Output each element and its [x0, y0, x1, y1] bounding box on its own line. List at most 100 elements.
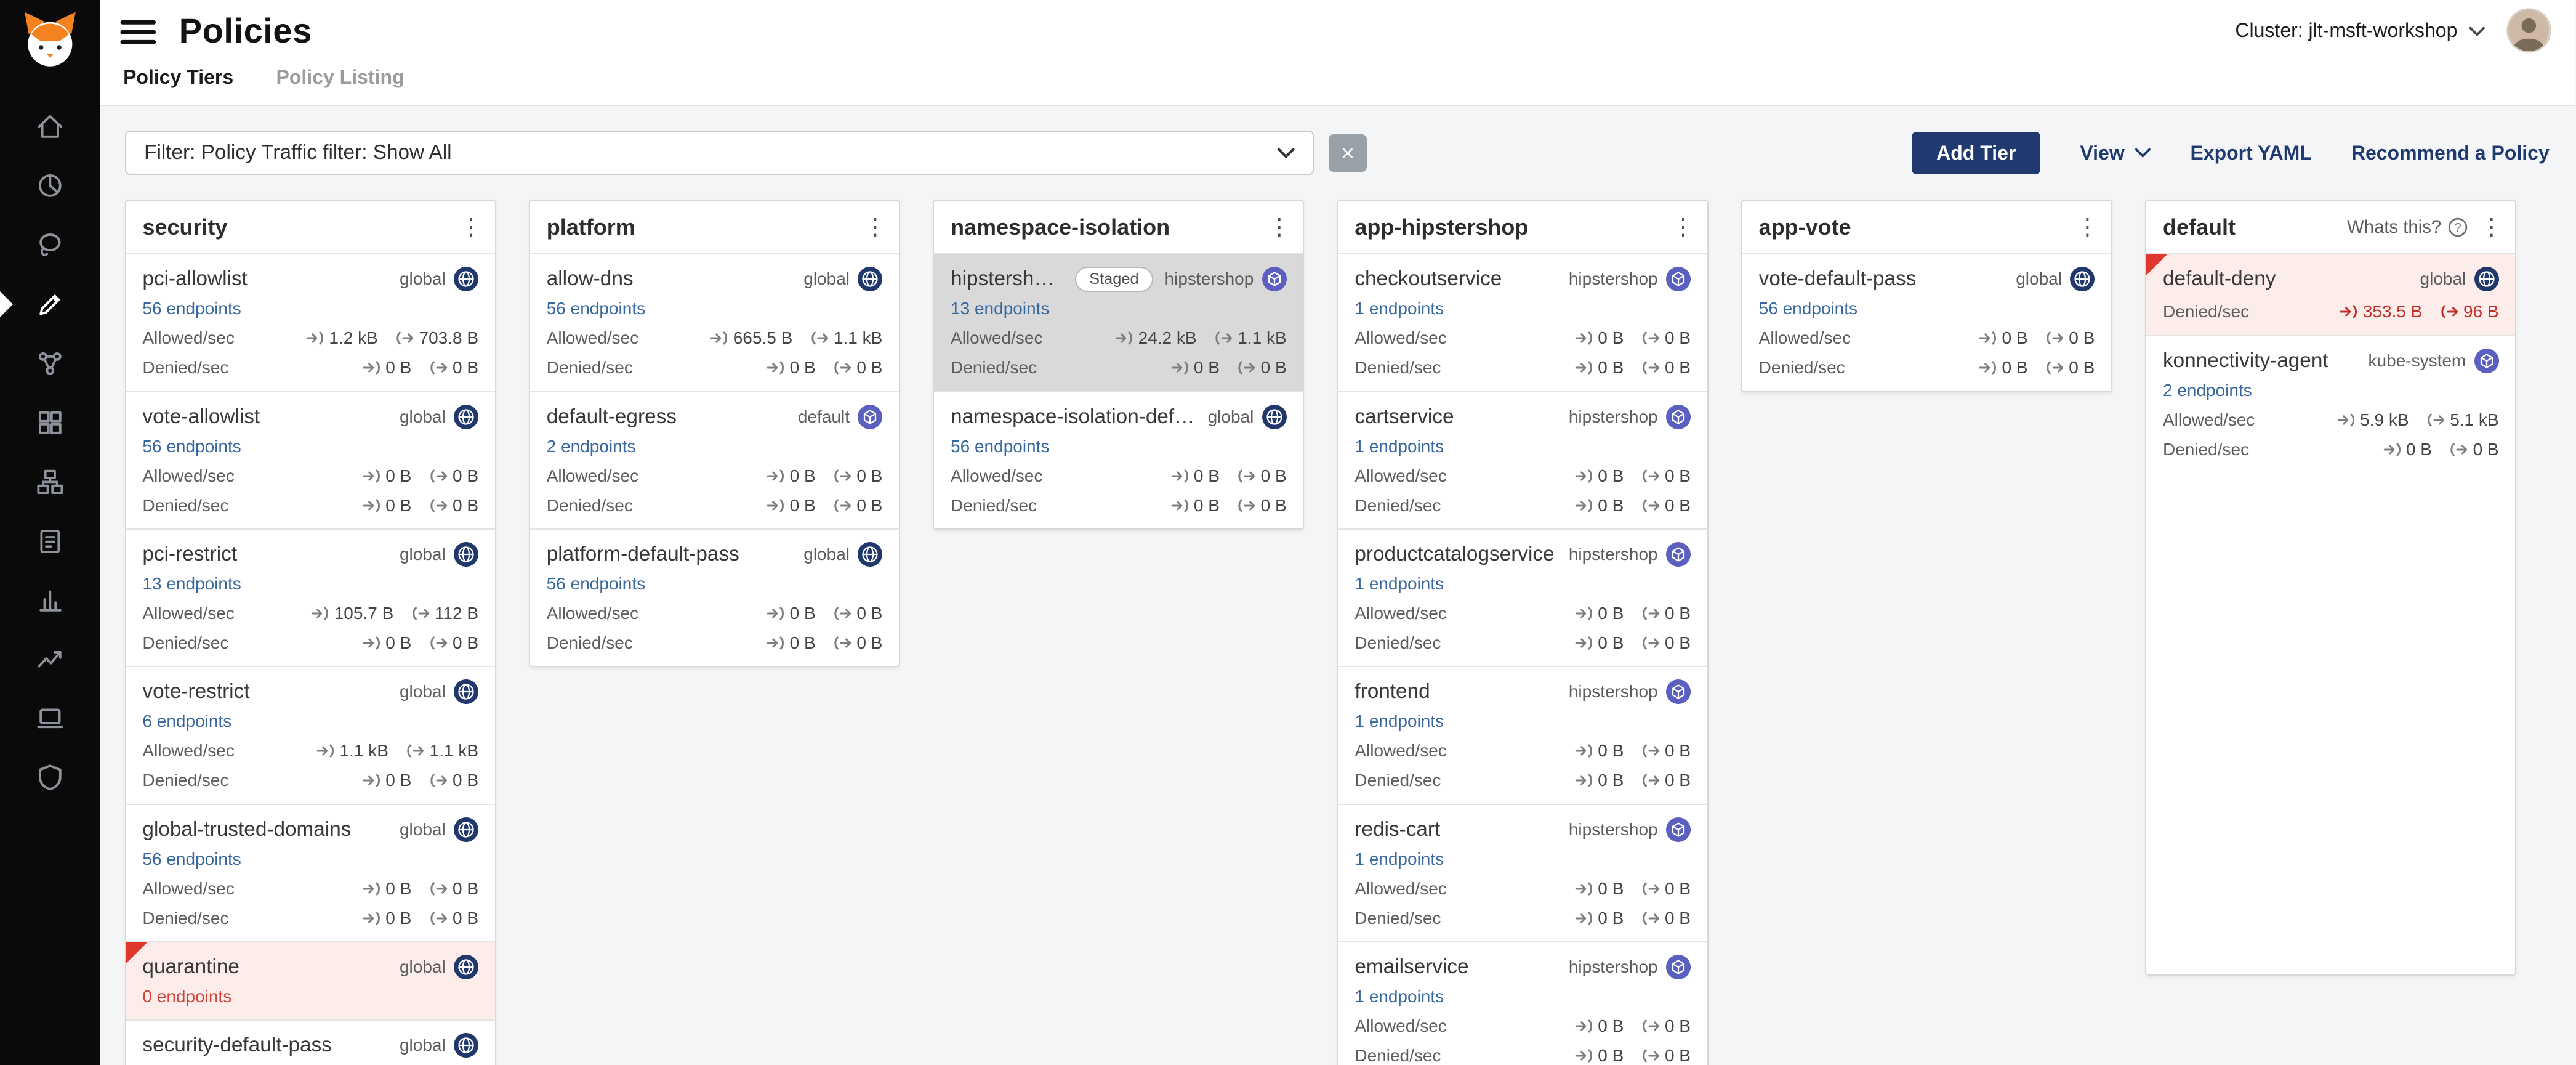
endpoints-link[interactable]: 56 endpoints: [547, 299, 645, 318]
endpoints-link[interactable]: 1 endpoints: [1354, 437, 1444, 456]
policy-name: security-default-pass: [142, 1034, 332, 1057]
policy-card[interactable]: cartservicehipstershop1 endpointsAllowed…: [1338, 391, 1707, 528]
avatar[interactable]: [2508, 10, 2550, 51]
endpoints-link[interactable]: 56 endpoints: [547, 574, 645, 594]
traffic-label: Allowed/sec: [951, 328, 1042, 348]
policy-card[interactable]: platform-default-passglobal56 endpointsA…: [530, 528, 899, 666]
policy-card[interactable]: productcatalogservicehipstershop1 endpoi…: [1338, 528, 1707, 666]
policy-card[interactable]: pci-restrictglobal13 endpointsAllowed/se…: [126, 528, 495, 666]
endpoints-link[interactable]: 56 endpoints: [951, 437, 1049, 456]
traffic-value-in: 0 B: [363, 496, 411, 516]
policy-name: cartservice: [1354, 405, 1454, 429]
tier-menu-icon[interactable]: ⋮: [863, 216, 887, 238]
sidebar-item-activity[interactable]: [0, 570, 100, 630]
traffic-value-in: 105.7 B: [311, 604, 393, 623]
tier-header: app-hipstershop⋮: [1338, 201, 1707, 253]
policy-card[interactable]: pci-allowlistglobal56 endpointsAllowed/s…: [126, 253, 495, 391]
endpoints-link[interactable]: 1 endpoints: [1354, 987, 1444, 1006]
endpoints-link[interactable]: 56 endpoints: [142, 849, 241, 869]
egress-arrow-icon: [1642, 636, 1660, 650]
policy-card[interactable]: namespace-isolation-default-p...global56…: [934, 391, 1303, 528]
scope-label: global: [2420, 269, 2466, 289]
traffic-row: Denied/sec0 B0 B: [1354, 771, 1691, 790]
sidebar-item-logs[interactable]: [0, 689, 100, 748]
policy-card[interactable]: konnectivity-agentkube-system2 endpoints…: [2146, 335, 2515, 472]
policy-card[interactable]: security-default-passglobal: [126, 1019, 495, 1064]
traffic-value-in: 0 B: [1575, 771, 1624, 790]
egress-arrow-icon: [1642, 469, 1660, 484]
tier-menu-icon[interactable]: ⋮: [459, 216, 483, 238]
policy-card[interactable]: vote-restrictglobal6 endpointsAllowed/se…: [126, 666, 495, 803]
calico-logo[interactable]: [17, 8, 83, 81]
ingress-arrow-icon: [1979, 331, 1997, 346]
endpoints-link[interactable]: 56 endpoints: [142, 299, 241, 318]
traffic-label: Denied/sec: [142, 496, 228, 516]
endpoints-link[interactable]: 13 endpoints: [951, 299, 1049, 318]
endpoints-link[interactable]: 2 endpoints: [2163, 381, 2252, 400]
menu-icon[interactable]: [120, 15, 156, 45]
view-dropdown[interactable]: View: [2080, 142, 2151, 164]
endpoints-link[interactable]: 1 endpoints: [1354, 711, 1444, 731]
sidebar-item-managed-clusters[interactable]: [0, 452, 100, 511]
endpoints-link[interactable]: 0 endpoints: [142, 987, 231, 1006]
endpoints-link[interactable]: 56 endpoints: [1759, 299, 1858, 318]
endpoints-link[interactable]: 1 endpoints: [1354, 574, 1444, 594]
traffic-value-in: 0 B: [1575, 466, 1624, 486]
policy-card[interactable]: default-denyglobalDenied/sec353.5 B96 B: [2146, 253, 2515, 335]
endpoints-link[interactable]: 1 endpoints: [1354, 849, 1444, 869]
endpoints-link[interactable]: 13 endpoints: [142, 574, 241, 594]
policy-card[interactable]: checkoutservicehipstershop1 endpointsAll…: [1338, 253, 1707, 391]
endpoints-link[interactable]: 2 endpoints: [547, 437, 636, 456]
policy-card[interactable]: allow-dnsglobal56 endpointsAllowed/sec66…: [530, 253, 899, 391]
traffic-value-out: 0 B: [834, 358, 882, 378]
traffic-value-in: 0 B: [1575, 358, 1624, 378]
tier-menu-icon[interactable]: ⋮: [1267, 216, 1292, 238]
endpoints-link[interactable]: 6 endpoints: [142, 711, 231, 731]
sidebar-item-nodes[interactable]: [0, 334, 100, 393]
policy-card[interactable]: vote-allowlistglobal56 endpointsAllowed/…: [126, 391, 495, 528]
tier-menu-icon[interactable]: ⋮: [1671, 216, 1696, 238]
tier-menu-icon[interactable]: ⋮: [2479, 216, 2504, 238]
clear-filter-button[interactable]: ×: [1329, 134, 1366, 172]
policy-card[interactable]: redis-carthipstershop1 endpointsAllowed/…: [1338, 804, 1707, 941]
policy-card[interactable]: default-egressdefault2 endpointsAllowed/…: [530, 391, 899, 528]
egress-arrow-icon: [1642, 360, 1660, 375]
traffic-row: Denied/sec0 B0 B: [2163, 440, 2499, 460]
egress-arrow-icon: [430, 469, 448, 484]
policy-card[interactable]: hipstershop-gh...Stagedhipstershop13 end…: [934, 253, 1303, 391]
tab-policy-tiers[interactable]: Policy Tiers: [123, 66, 233, 89]
traffic-row: Denied/sec0 B0 B: [142, 771, 478, 790]
ingress-arrow-icon: [1115, 331, 1133, 346]
add-tier-button[interactable]: Add Tier: [1912, 132, 2040, 174]
endpoints-link[interactable]: 56 endpoints: [142, 437, 241, 456]
traffic-label: Allowed/sec: [1354, 328, 1446, 348]
chevron-down-icon: [2469, 26, 2485, 36]
whats-this-link[interactable]: Whats this??: [2347, 217, 2468, 238]
export-yaml-button[interactable]: Export YAML: [2190, 142, 2311, 164]
sidebar-item-policies[interactable]: [0, 275, 100, 334]
recommend-policy-button[interactable]: Recommend a Policy: [2351, 142, 2550, 164]
policy-card[interactable]: global-trusted-domainsglobal56 endpoints…: [126, 804, 495, 941]
policy-card[interactable]: frontendhipstershop1 endpointsAllowed/se…: [1338, 666, 1707, 803]
traffic-filter-select[interactable]: Filter: Policy Traffic filter: Show All: [125, 131, 1314, 175]
policy-card[interactable]: emailservicehipstershop1 endpointsAllowe…: [1338, 941, 1707, 1065]
tier-security: security⋮pci-allowlistglobal56 endpoints…: [125, 200, 496, 1064]
sidebar-item-home[interactable]: [0, 97, 100, 156]
egress-arrow-icon: [430, 360, 448, 375]
endpoints-link[interactable]: 1 endpoints: [1354, 299, 1444, 318]
policy-card[interactable]: vote-default-passglobal56 endpointsAllow…: [1742, 253, 2111, 391]
ingress-arrow-icon: [767, 636, 784, 650]
cluster-selector[interactable]: Cluster: jlt-msft-workshop: [2235, 19, 2485, 42]
traffic-label: Denied/sec: [547, 496, 633, 516]
tab-policy-listing[interactable]: Policy Listing: [276, 66, 405, 89]
sidebar-item-service-graph[interactable]: [0, 216, 100, 275]
tier-menu-icon[interactable]: ⋮: [2075, 216, 2099, 238]
sidebar-item-threat-defense[interactable]: [0, 748, 100, 807]
traffic-label: Allowed/sec: [1354, 604, 1446, 623]
policy-card[interactable]: quarantineglobal0 endpoints: [126, 941, 495, 1019]
sidebar-item-alerts[interactable]: [0, 630, 100, 689]
traffic-row: Allowed/sec0 B0 B: [547, 466, 883, 486]
sidebar-item-compliance[interactable]: [0, 511, 100, 570]
sidebar-item-network-sets[interactable]: [0, 393, 100, 452]
sidebar-item-dashboard[interactable]: [0, 156, 100, 216]
